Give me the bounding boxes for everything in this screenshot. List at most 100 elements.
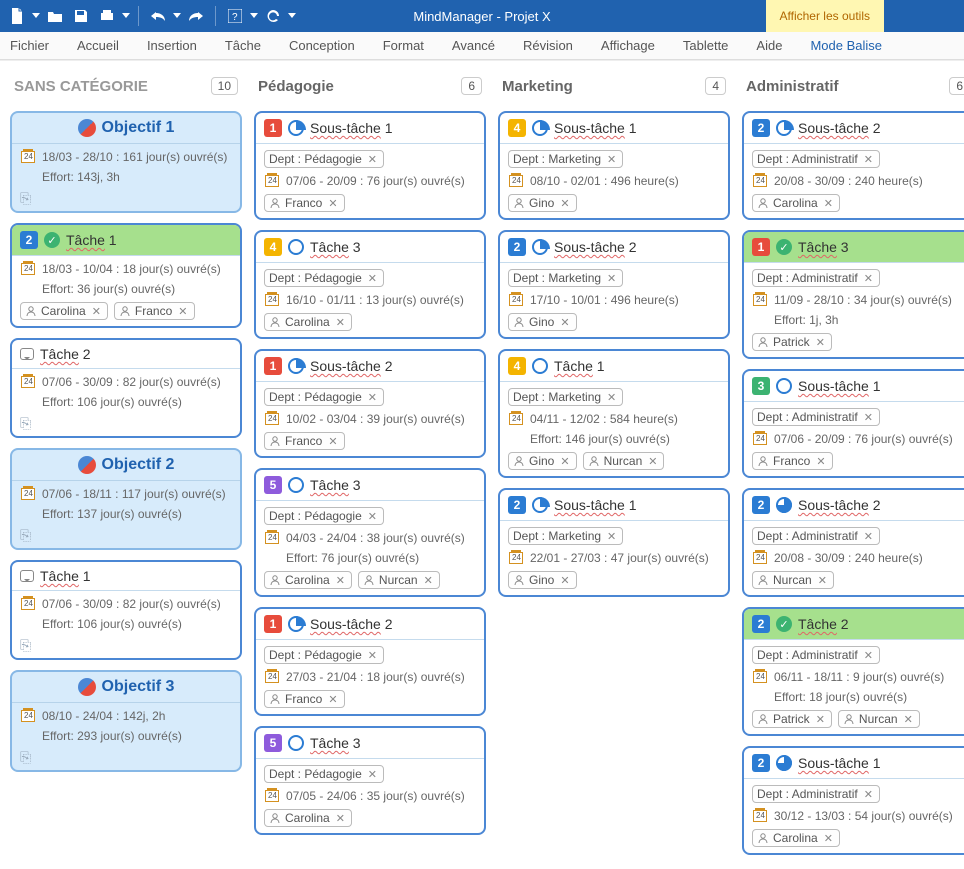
dropdown-icon[interactable] [122,13,130,19]
dept-tag[interactable]: Dept : Pédagogie✕ [264,388,384,406]
task-card[interactable]: 4Tâche 3Dept : Pédagogie✕2416/10 - 01/11… [254,230,486,339]
dept-tag[interactable]: Dept : Marketing✕ [508,269,623,287]
person-tag[interactable]: Nurcan✕ [583,452,665,470]
person-tag[interactable]: Gino✕ [508,452,577,470]
show-tools-button[interactable]: Afficher les outils [766,0,885,32]
remove-tag-icon[interactable]: ✕ [368,272,377,285]
person-tag[interactable]: Nurcan✕ [358,571,440,589]
print-button[interactable] [96,5,118,27]
task-card[interactable]: 1Sous-tâche 2Dept : Pédagogie✕2427/03 - … [254,607,486,716]
subtask-icon[interactable]: ⎘ [12,749,240,770]
person-tag[interactable]: Franco✕ [114,302,195,320]
dept-tag[interactable]: Dept : Pédagogie✕ [264,646,384,664]
remove-person-icon[interactable]: ✕ [92,305,101,318]
sync-button[interactable] [262,5,284,27]
remove-tag-icon[interactable]: ✕ [864,788,873,801]
menu-item-conception[interactable]: Conception [289,38,355,53]
remove-person-icon[interactable]: ✕ [824,197,833,210]
menu-item-insertion[interactable]: Insertion [147,38,197,53]
person-tag[interactable]: Patrick✕ [752,710,832,728]
remove-tag-icon[interactable]: ✕ [864,272,873,285]
person-tag[interactable]: Carolina✕ [20,302,108,320]
remove-person-icon[interactable]: ✕ [816,713,825,726]
task-card[interactable]: 5Tâche 3Dept : Pédagogie✕2407/05 - 24/06… [254,726,486,835]
person-tag[interactable]: Nurcan✕ [752,571,834,589]
menu-item-accueil[interactable]: Accueil [77,38,119,53]
task-card[interactable]: 2Sous-tâche 2Dept : Administratif✕2420/0… [742,488,964,597]
remove-tag-icon[interactable]: ✕ [864,153,873,166]
help-button[interactable]: ? [224,5,246,27]
person-tag[interactable]: Carolina✕ [752,194,840,212]
dept-tag[interactable]: Dept : Pédagogie✕ [264,507,384,525]
remove-tag-icon[interactable]: ✕ [368,153,377,166]
remove-person-icon[interactable]: ✕ [560,574,569,587]
remove-person-icon[interactable]: ✕ [816,455,825,468]
remove-person-icon[interactable]: ✕ [336,316,345,329]
remove-person-icon[interactable]: ✕ [904,713,913,726]
person-tag[interactable]: Patrick✕ [752,333,832,351]
subtask-icon[interactable]: ⎘ [12,637,240,658]
person-tag[interactable]: Franco✕ [752,452,833,470]
dropdown-icon[interactable] [250,13,258,19]
dept-tag[interactable]: Dept : Administratif✕ [752,150,880,168]
redo-button[interactable] [185,5,207,27]
remove-person-icon[interactable]: ✕ [818,574,827,587]
remove-tag-icon[interactable]: ✕ [607,530,616,543]
person-tag[interactable]: Gino✕ [508,571,577,589]
dept-tag[interactable]: Dept : Administratif✕ [752,408,880,426]
open-button[interactable] [44,5,66,27]
task-card[interactable]: 1✓Tâche 3Dept : Administratif✕2411/09 - … [742,230,964,359]
task-card[interactable]: 2Sous-tâche 1Dept : Administratif✕2430/1… [742,746,964,855]
undo-button[interactable] [147,5,169,27]
task-card[interactable]: 2Sous-tâche 1Dept : Marketing✕2422/01 - … [498,488,730,597]
person-tag[interactable]: Franco✕ [264,690,345,708]
objective-card[interactable]: Objectif 22407/06 - 18/11 : 117 jour(s) … [10,448,242,550]
remove-tag-icon[interactable]: ✕ [864,649,873,662]
person-tag[interactable]: Gino✕ [508,194,577,212]
menu-item-format[interactable]: Format [383,38,424,53]
task-card[interactable]: 1Sous-tâche 1Dept : Pédagogie✕2407/06 - … [254,111,486,220]
new-doc-button[interactable] [6,5,28,27]
remove-person-icon[interactable]: ✕ [336,812,345,825]
dropdown-icon[interactable] [173,13,181,19]
dept-tag[interactable]: Dept : Administratif✕ [752,269,880,287]
dropdown-icon[interactable] [32,13,40,19]
dept-tag[interactable]: Dept : Pédagogie✕ [264,269,384,287]
dept-tag[interactable]: Dept : Administratif✕ [752,646,880,664]
dept-tag[interactable]: Dept : Marketing✕ [508,150,623,168]
task-card[interactable]: 2Sous-tâche 2Dept : Administratif✕2420/0… [742,111,964,220]
person-tag[interactable]: Carolina✕ [264,571,352,589]
dept-tag[interactable]: Dept : Administratif✕ [752,785,880,803]
remove-person-icon[interactable]: ✕ [328,693,337,706]
dept-tag[interactable]: Dept : Pédagogie✕ [264,150,384,168]
remove-person-icon[interactable]: ✕ [336,574,345,587]
person-tag[interactable]: Franco✕ [264,194,345,212]
remove-person-icon[interactable]: ✕ [824,832,833,845]
menu-item-affichage[interactable]: Affichage [601,38,655,53]
dept-tag[interactable]: Dept : Administratif✕ [752,527,880,545]
menu-item-tablette[interactable]: Tablette [683,38,729,53]
task-card[interactable]: Tâche 12407/06 - 30/09 : 82 jour(s) ouvr… [10,560,242,660]
person-tag[interactable]: Carolina✕ [752,829,840,847]
task-card[interactable]: 2✓Tâche 12418/03 - 10/04 : 18 jour(s) ou… [10,223,242,328]
task-card[interactable]: 1Sous-tâche 2Dept : Pédagogie✕2410/02 - … [254,349,486,458]
subtask-icon[interactable]: ⎘ [12,415,240,436]
person-tag[interactable]: Carolina✕ [264,313,352,331]
remove-tag-icon[interactable]: ✕ [864,411,873,424]
remove-person-icon[interactable]: ✕ [178,305,187,318]
remove-person-icon[interactable]: ✕ [328,435,337,448]
remove-tag-icon[interactable]: ✕ [607,391,616,404]
remove-person-icon[interactable]: ✕ [560,316,569,329]
remove-person-icon[interactable]: ✕ [328,197,337,210]
person-tag[interactable]: Nurcan✕ [838,710,920,728]
menu-item-aide[interactable]: Aide [756,38,782,53]
objective-card[interactable]: Objectif 32408/10 - 24/04 : 142j, 2hEffo… [10,670,242,772]
remove-tag-icon[interactable]: ✕ [607,153,616,166]
subtask-icon[interactable]: ⎘ [12,190,240,211]
person-tag[interactable]: Gino✕ [508,313,577,331]
menu-item-fichier[interactable]: Fichier [10,38,49,53]
menu-item-révision[interactable]: Révision [523,38,573,53]
objective-card[interactable]: Objectif 12418/03 - 28/10 : 161 jour(s) … [10,111,242,213]
dropdown-icon[interactable] [288,13,296,19]
menu-item-mode-balise[interactable]: Mode Balise [810,38,882,53]
